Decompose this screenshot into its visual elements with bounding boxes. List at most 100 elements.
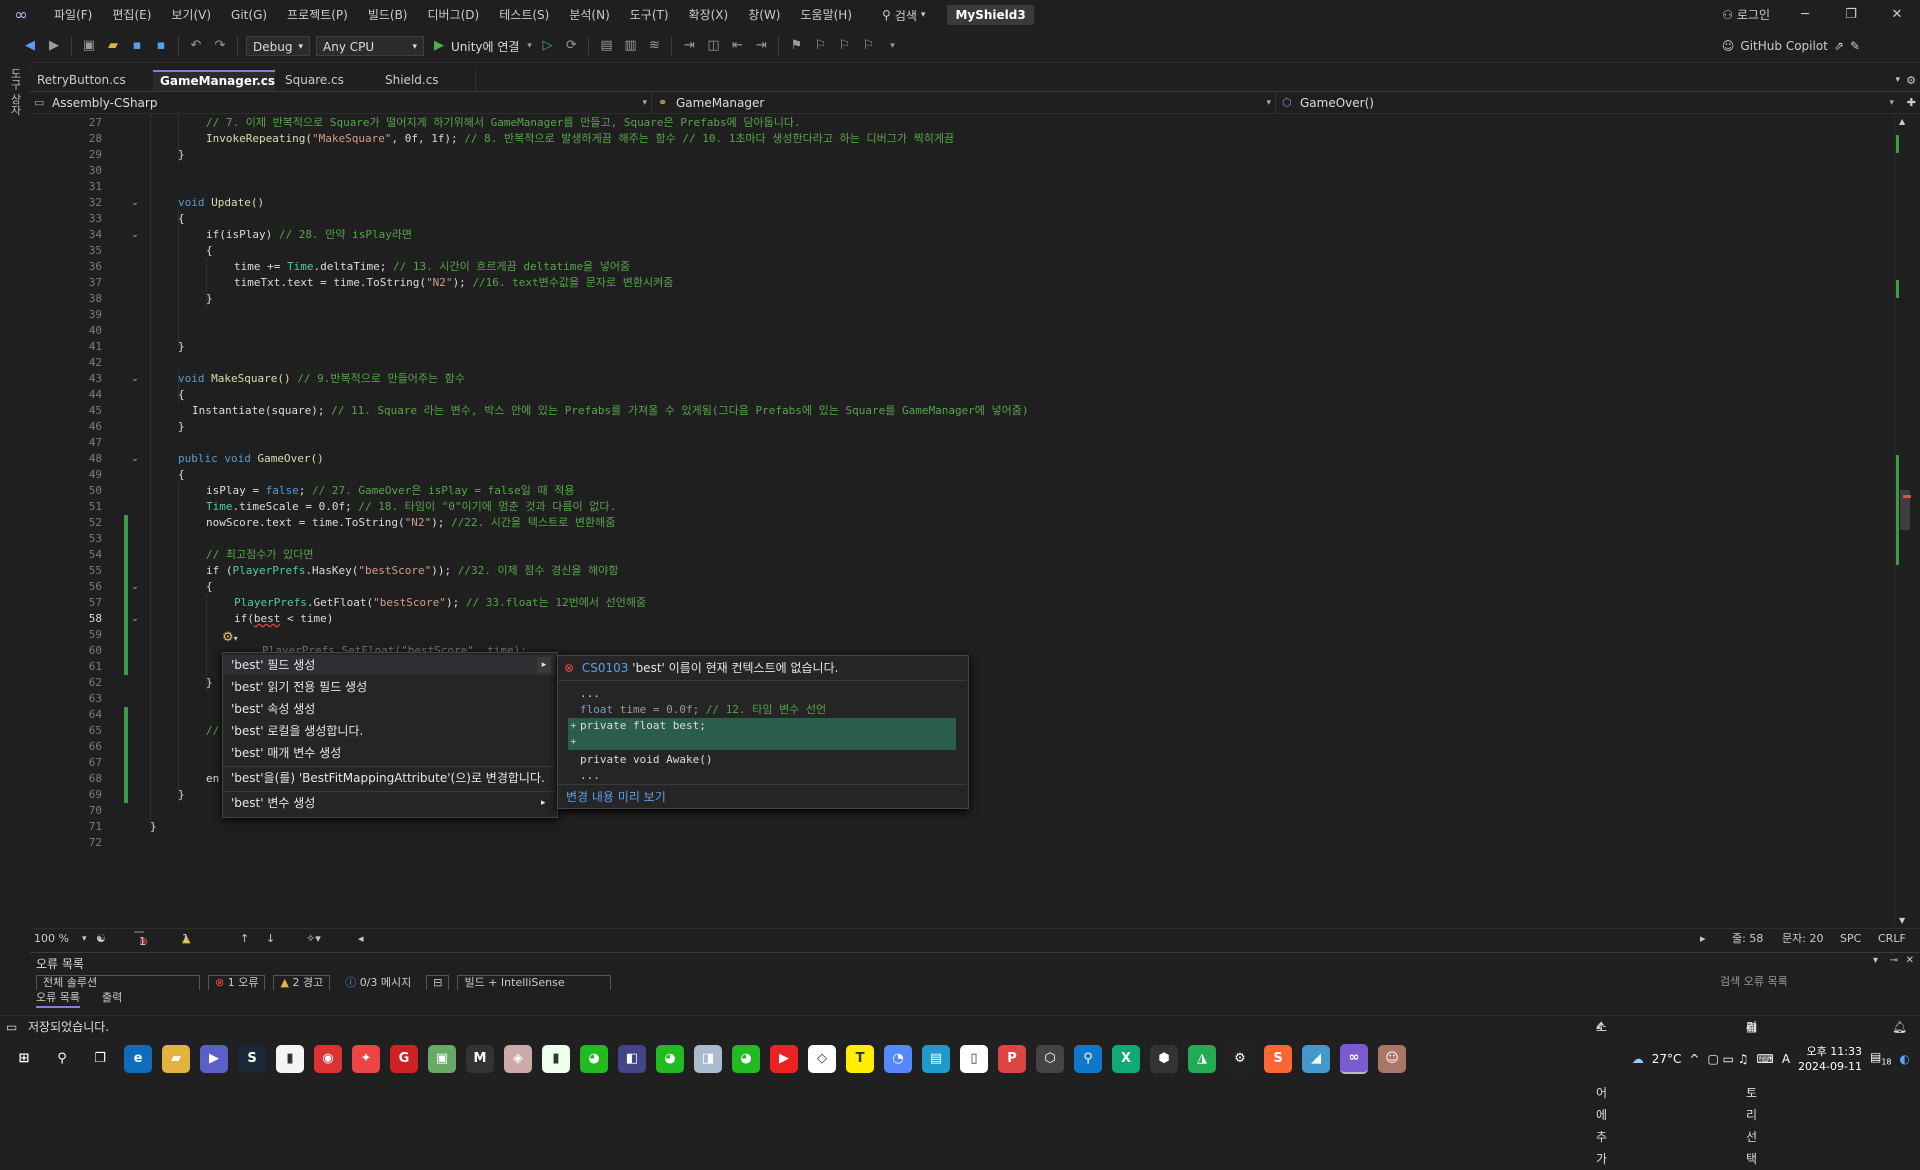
prev-issue-icon[interactable]: ↑ [240,929,249,949]
solution-name-badge[interactable]: MyShield3 [947,5,1034,25]
unity-icon[interactable]: ◇ [808,1044,836,1073]
visual-studio-taskbar-icon[interactable]: ∞ [1340,1043,1368,1074]
tab-output[interactable]: 출력 [102,990,122,1006]
chevron-down-icon[interactable]: ▾ [82,929,87,949]
fold-toggle-icon[interactable]: ⌄ [129,611,141,627]
task-view-icon[interactable]: ❐ [86,1045,114,1073]
tab-error-list[interactable]: 오류 목록 [36,990,80,1008]
open-folder-icon[interactable]: ▰ [102,35,124,57]
split-icon[interactable]: ◫ [702,35,724,57]
scope-select[interactable]: 전체 솔루션 [36,975,200,991]
search-icon[interactable]: ⚲ [48,1045,76,1073]
login-button[interactable]: ⚇ 로그인 [1722,0,1770,30]
minimize-button[interactable]: ─ [1782,0,1828,30]
forward-icon[interactable]: ▶ [43,35,65,57]
build-filter-select[interactable]: 빌드 + IntelliSense [457,975,612,991]
powerpoint-icon[interactable]: P [998,1044,1026,1073]
quick-action-generate-readonly-field[interactable]: 'best' 읽기 전용 필드 생성 [231,677,367,697]
error-code-link[interactable]: CS0103 [582,661,629,675]
chevron-up-icon[interactable]: ^ [1689,1052,1699,1066]
attach-unity-button[interactable]: Unity에 연결 [451,38,519,55]
messages-filter-button[interactable]: ⓘ 0/3 메시지 [338,975,418,991]
search-button[interactable]: ⚲ 검색 ▾ [872,7,935,24]
edge-icon[interactable]: e [124,1044,152,1073]
menu-build[interactable]: 빌드(B) [358,0,418,30]
next-bookmark-icon[interactable]: ⚐ [833,35,855,57]
weather-icon[interactable]: ☁ [1632,1052,1644,1066]
scroll-down-icon[interactable]: ▼ [1899,916,1905,925]
app-icon[interactable]: ◕ [732,1044,760,1073]
app-icon[interactable]: G [390,1044,418,1073]
app-icon[interactable]: ▶ [200,1044,228,1073]
feedback-icon[interactable]: ✎ [1850,30,1860,62]
code-cleanup-icon[interactable]: ✧▾ [306,929,321,949]
quick-action-rename-to-bestfit[interactable]: 'best'을(를) 'BestFitMappingAttribute'(으)로… [231,768,545,788]
filter-icon[interactable]: ⊟ [426,975,450,991]
quick-action-generate-parameter[interactable]: 'best' 매개 변수 생성 [231,743,341,763]
fold-toggle-icon[interactable]: ⌄ [129,579,141,595]
copilot-taskbar-icon[interactable]: ◐ [1900,1052,1910,1066]
bell-icon[interactable]: 🔔︎ [1892,1016,1907,1038]
steam-icon[interactable]: S [238,1044,266,1073]
menu-window[interactable]: 창(W) [738,0,790,30]
whitespace-mode[interactable]: SPC [1840,929,1861,949]
clock[interactable]: 오후 11:33 2024-09-11 [1798,1044,1862,1074]
file-explorer-icon[interactable]: ▰ [162,1044,190,1073]
back-icon[interactable]: ◀ [19,35,41,57]
tray-icons[interactable]: ▢ ▭ ♫ [1707,1052,1748,1066]
temperature[interactable]: 27°C [1652,1052,1682,1066]
preview-changes-link[interactable]: 변경 내용 미리 보기 [566,788,666,805]
menu-tools[interactable]: 도구(T) [620,0,679,30]
app-icon[interactable]: ◨ [694,1044,722,1073]
format-icon[interactable]: ≋ [643,35,665,57]
maps-icon[interactable]: ⚲ [1074,1044,1102,1073]
ime-indicator[interactable]: A [1782,1052,1790,1066]
tab-list-icon[interactable]: ▾ [1895,70,1900,91]
configuration-select[interactable]: Debug ▾ [246,36,310,56]
quick-actions-icon[interactable]: ⚙▾ [222,628,252,648]
app-icon[interactable]: ◉ [314,1044,342,1073]
tab-gamemanager[interactable]: GameManager.cs ⊸ ✕ [153,70,275,107]
fold-toggle-icon[interactable]: ⌄ [129,227,141,243]
zoom-level[interactable]: 100 % [34,929,69,949]
kakaotalk-icon[interactable]: T [846,1044,874,1073]
new-project-icon[interactable]: ▣ [78,35,100,57]
vertical-scrollbar[interactable]: ▲ ▼ [1894,115,1913,927]
app-icon[interactable]: ◮ [1188,1044,1216,1073]
app-icon[interactable]: ▣ [428,1044,456,1073]
menu-file[interactable]: 파일(F) [44,0,102,30]
prev-bookmark-icon[interactable]: ⚐ [809,35,831,57]
close-panel-icon[interactable]: ✕ [1906,955,1914,966]
class-dropdown[interactable]: ⚭ GameManager ▾ [654,93,1276,113]
app-icon[interactable]: ◕ [580,1044,608,1073]
app-icon[interactable]: ◈ [504,1044,532,1073]
fold-toggle-icon[interactable]: ⌄ [129,195,141,211]
line-ending[interactable]: CRLF [1878,929,1906,949]
project-dropdown[interactable]: ▭ Assembly-CSharp ▾ [30,93,652,113]
app-icon[interactable]: ◕ [656,1044,684,1073]
app-icon[interactable]: ☺ [1378,1044,1406,1073]
outdent-icon[interactable]: ⇥ [750,35,772,57]
cursor-column[interactable]: 문자: 20 [1782,929,1823,949]
play-icon[interactable]: ▶ [428,35,450,57]
step-icon[interactable]: ⇥ [678,35,700,57]
discord-icon[interactable]: ◔ [884,1044,912,1073]
menu-git[interactable]: Git(G) [221,0,277,30]
menu-help[interactable]: 도움말(H) [791,0,863,30]
quick-action-generate-field[interactable]: 'best' 필드 생성 ▸ [223,655,555,675]
fold-toggle-icon[interactable]: ⌄ [129,451,141,467]
pin-icon[interactable]: ⊸ [1890,955,1898,966]
toolbar-overflow-icon[interactable]: ▾ [881,35,903,57]
app-icon[interactable]: ▤ [922,1044,950,1073]
scroll-right-icon[interactable]: ▸ [1700,929,1706,949]
close-button[interactable]: ✕ [1874,0,1920,30]
visual-studio-logo-icon[interactable]: ∞ [10,6,32,24]
app-icon[interactable]: ◢ [1302,1044,1330,1073]
menu-edit[interactable]: 편집(E) [102,0,161,30]
bookmark-icon[interactable]: ⚑ [785,35,807,57]
gear-icon[interactable]: ⚙ [1906,70,1916,91]
windows-start-icon[interactable]: ⊞ [10,1045,38,1073]
youtube-icon[interactable]: ▶ [770,1044,798,1073]
app-icon[interactable]: ▮ [542,1044,570,1073]
quick-action-generate-property[interactable]: 'best' 속성 생성 [231,699,315,719]
